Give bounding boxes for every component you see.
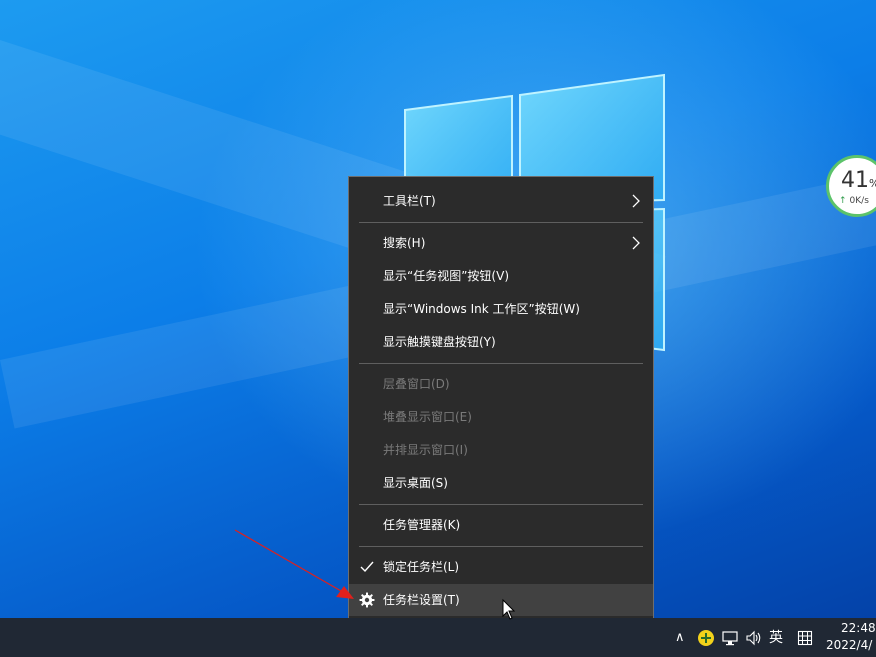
menu-item-cascade-windows: 层叠窗口(D) [349,368,653,400]
security-shield-icon[interactable] [697,629,715,647]
menu-item-label: 任务栏设置(T) [383,593,460,607]
memory-percent: 41% [841,168,876,193]
checkmark-icon [360,561,374,573]
ime-mode-grid-icon[interactable] [797,629,813,647]
menu-item-side-by-side-windows: 并排显示窗口(I) [349,434,653,466]
menu-item-label: 搜索(H) [383,236,426,250]
menu-item-label: 显示“任务视图”按钮(V) [383,269,510,283]
menu-item-task-manager[interactable]: 任务管理器(K) [349,509,653,541]
network-icon[interactable] [721,629,739,647]
menu-item-label: 工具栏(T) [383,194,436,208]
taskbar-clock[interactable]: 22:48 2022/4/ [826,620,876,654]
menu-item-label: 显示桌面(S) [383,476,448,490]
menu-item-label: 堆叠显示窗口(E) [383,410,472,424]
menu-item-label: 显示触摸键盘按钮(Y) [383,335,496,349]
menu-item-lock-taskbar[interactable]: 锁定任务栏(L) [349,551,653,583]
menu-separator [359,363,643,364]
chevron-right-icon [632,194,640,208]
taskbar[interactable]: ∧ 英 22:48 2022/4/ [0,618,876,657]
clock-time: 22:48 [841,621,876,635]
menu-item-toolbars[interactable]: 工具栏(T) [349,185,653,217]
menu-item-label: 锁定任务栏(L) [383,560,460,574]
menu-item-show-windows-ink-button[interactable]: 显示“Windows Ink 工作区”按钮(W) [349,293,653,325]
menu-item-label: 任务管理器(K) [383,518,461,532]
menu-item-label: 层叠窗口(D) [383,377,450,391]
show-hidden-icons-chevron-icon[interactable]: ∧ [675,629,685,647]
ime-language-indicator[interactable]: 英 [769,629,783,647]
menu-item-show-task-view-button[interactable]: 显示“任务视图”按钮(V) [349,260,653,292]
menu-item-search[interactable]: 搜索(H) [349,227,653,259]
menu-item-taskbar-settings[interactable]: 任务栏设置(T) [349,584,653,616]
menu-item-show-touch-keyboard-button[interactable]: 显示触摸键盘按钮(Y) [349,326,653,358]
volume-icon[interactable] [745,629,763,647]
menu-item-label: 并排显示窗口(I) [383,443,468,457]
taskbar-context-menu: 工具栏(T) 搜索(H) 显示“任务视图”按钮(V) 显示“Windows In… [348,176,654,624]
chevron-right-icon [632,236,640,250]
menu-separator [359,504,643,505]
menu-item-show-desktop[interactable]: 显示桌面(S) [349,467,653,499]
menu-separator [359,222,643,223]
clock-date: 2022/4/ [826,638,873,652]
upload-speed: ↑ 0K/s [839,196,869,206]
upload-arrow-icon: ↑ [839,196,847,206]
menu-item-label: 显示“Windows Ink 工作区”按钮(W) [383,302,580,316]
gear-icon [359,592,375,608]
menu-separator [359,546,643,547]
menu-item-stack-windows: 堆叠显示窗口(E) [349,401,653,433]
